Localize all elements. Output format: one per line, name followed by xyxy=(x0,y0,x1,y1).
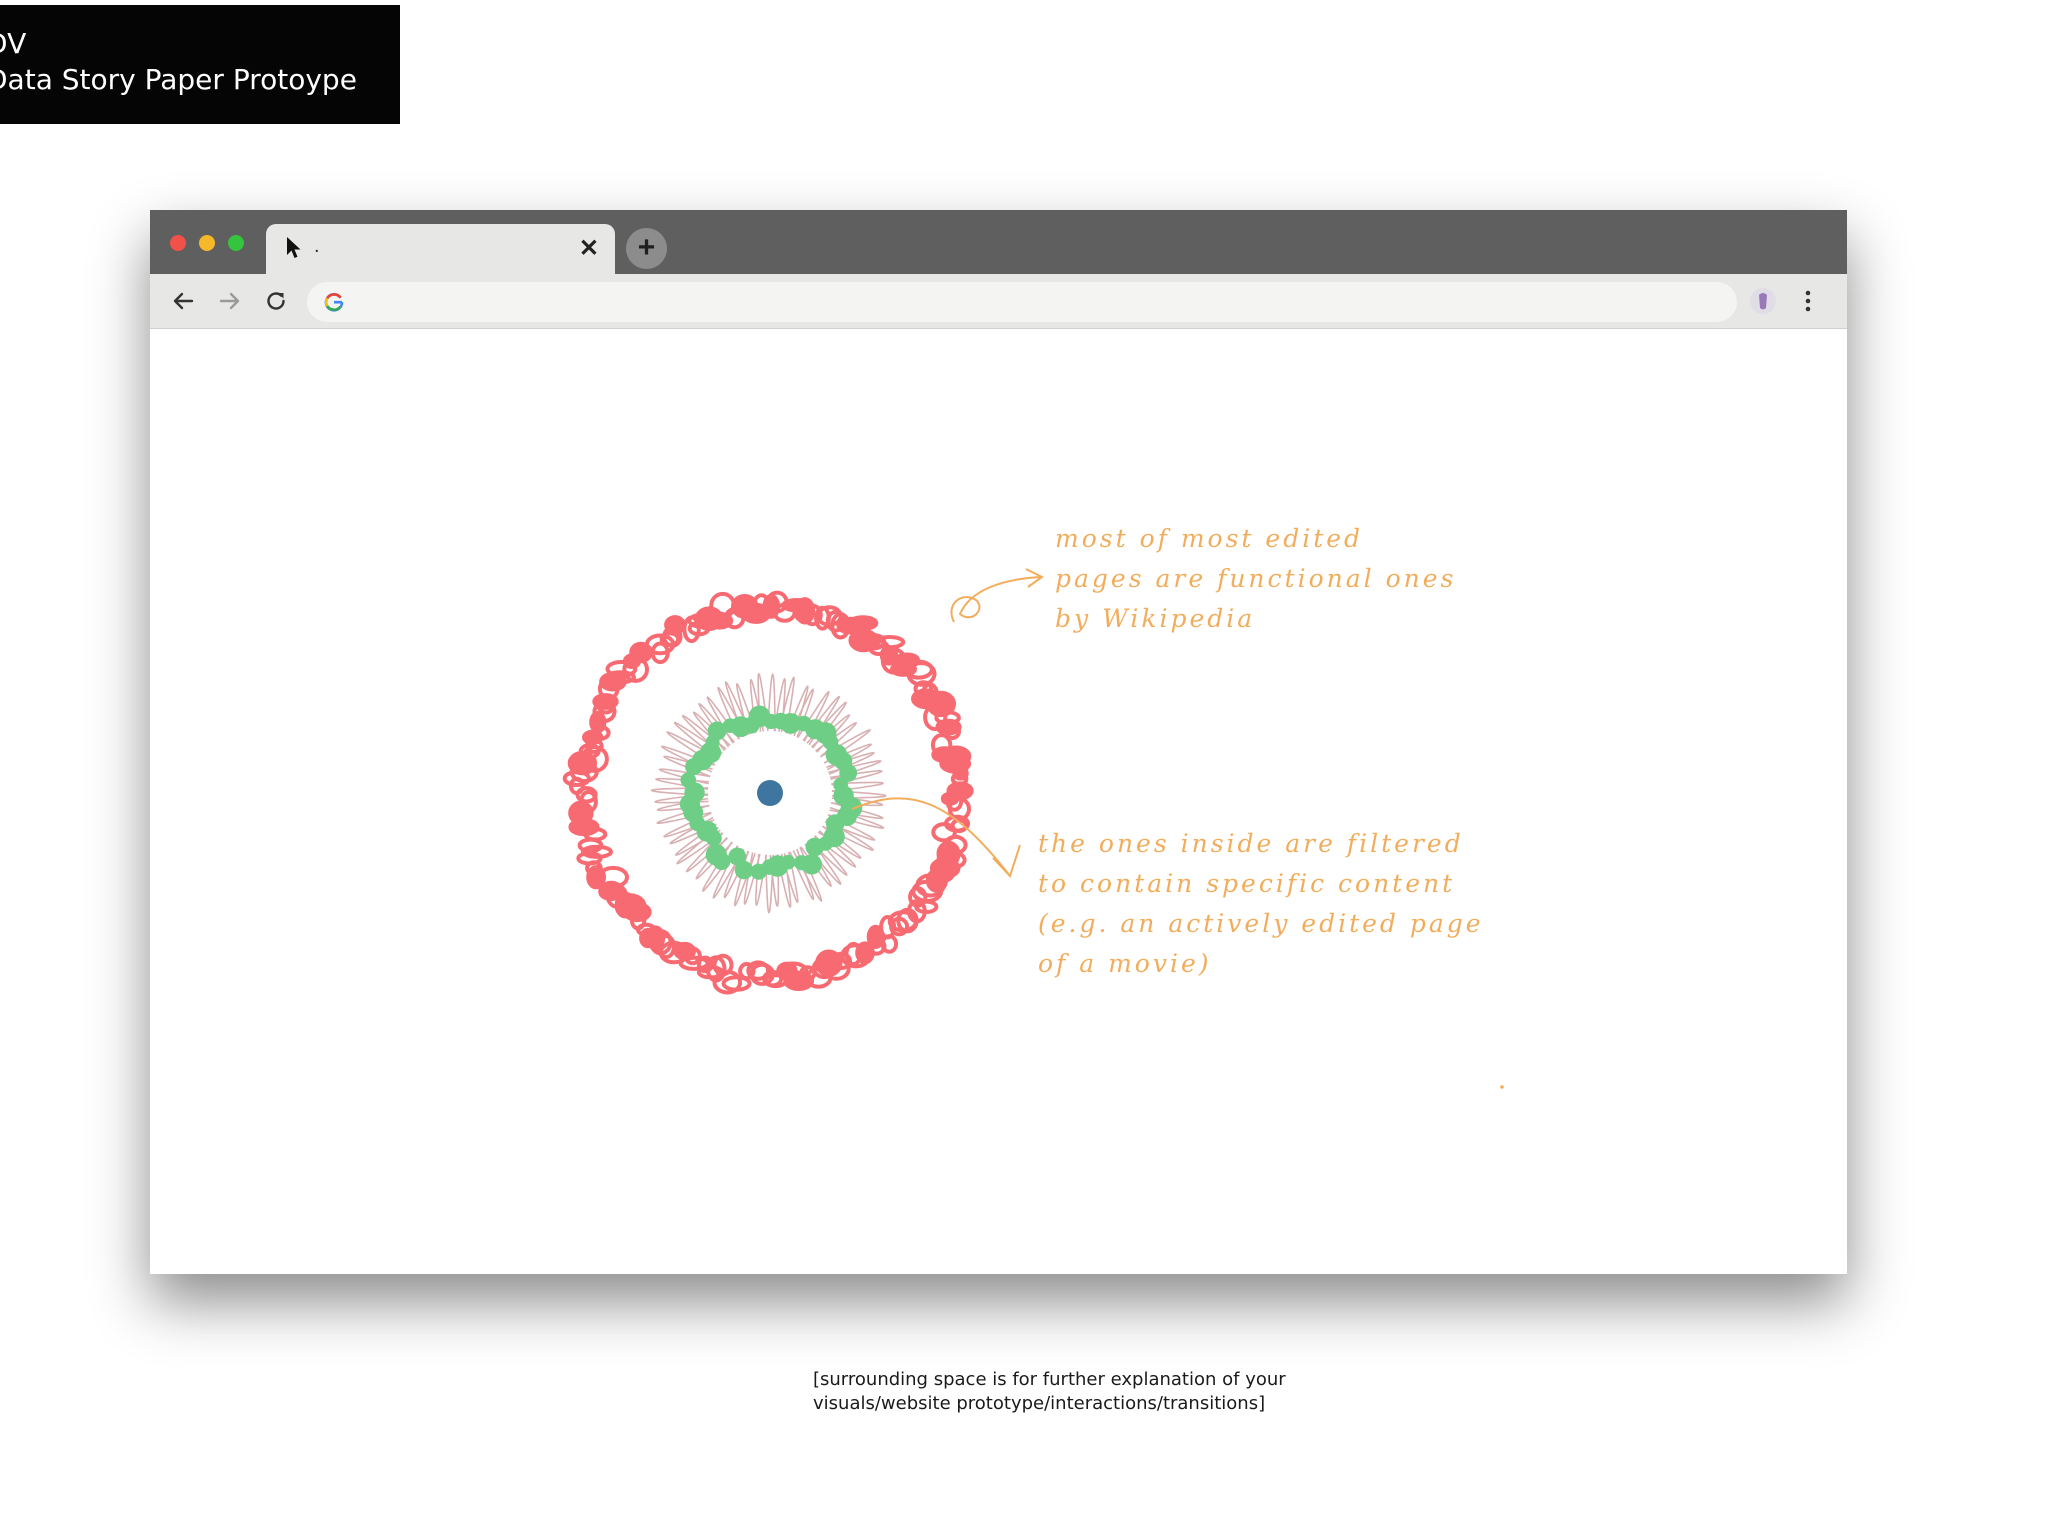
window-minimize-button[interactable] xyxy=(199,235,215,251)
kebab-menu-icon[interactable] xyxy=(1800,288,1816,314)
reload-icon[interactable] xyxy=(263,288,289,314)
inner-ring-dot xyxy=(833,777,848,793)
address-bar[interactable] xyxy=(307,282,1737,322)
page-content: most of most edited pages are functional… xyxy=(150,329,1847,1274)
close-icon[interactable]: ✕ xyxy=(579,234,599,263)
stray-dot xyxy=(1500,1085,1504,1089)
inner-ring-dot xyxy=(728,847,747,866)
navigation-bar xyxy=(150,274,1847,329)
header-line-2: Data Story Paper Protoype xyxy=(0,63,357,96)
google-icon xyxy=(324,293,344,312)
annotation-bottom-line: to contain specific content xyxy=(1038,869,1456,898)
caption-line-2: visuals/website prototype/interactions/t… xyxy=(813,1393,1266,1414)
outer-ring-loop xyxy=(847,615,879,631)
inner-ring-dot xyxy=(705,844,727,866)
tab-title: . xyxy=(314,235,320,257)
annotation-top-line: pages are functional ones xyxy=(1055,564,1457,593)
outer-ring-loop xyxy=(946,781,974,801)
annotation-bottom-line: the ones inside are filtered xyxy=(1038,829,1464,858)
browser-tab[interactable]: . ✕ xyxy=(266,224,615,274)
plus-icon[interactable]: + xyxy=(626,228,667,269)
tab-bar: . ✕ + xyxy=(150,210,1847,274)
profile-icon[interactable] xyxy=(1750,288,1776,314)
annotation-bottom-line: (e.g. an actively edited page xyxy=(1038,909,1484,938)
annotation-arrow-1 xyxy=(950,568,1044,623)
window-close-button[interactable] xyxy=(170,235,186,251)
inner-ring-dot xyxy=(805,837,825,857)
outer-ring-loop xyxy=(664,615,686,635)
annotation-top-line: most of most edited xyxy=(1055,524,1364,553)
window-maximize-button[interactable] xyxy=(228,235,244,251)
annotation-bottom-line: of a movie) xyxy=(1038,949,1212,978)
title-block: DV Data Story Paper Protoype xyxy=(0,5,400,124)
cursor-icon xyxy=(287,237,301,258)
annotation-bottom: the ones inside are filtered to contain … xyxy=(1038,824,1484,984)
annotation-top-line: by Wikipedia xyxy=(1055,604,1256,633)
center-dot xyxy=(757,780,783,806)
arrow-left-icon[interactable] xyxy=(170,288,196,314)
annotation-top: most of most edited pages are functional… xyxy=(1055,519,1456,639)
header-line-1: DV xyxy=(0,27,27,60)
sketch-canvas xyxy=(562,568,1504,1089)
browser-window: . ✕ + most of most edited pages are func… xyxy=(150,210,1847,1274)
arrow-right-icon[interactable] xyxy=(217,288,243,314)
caption: [surrounding space is for further explan… xyxy=(813,1368,1286,1416)
caption-line-1: [surrounding space is for further explan… xyxy=(813,1369,1286,1390)
inner-ring-dot xyxy=(793,855,810,871)
